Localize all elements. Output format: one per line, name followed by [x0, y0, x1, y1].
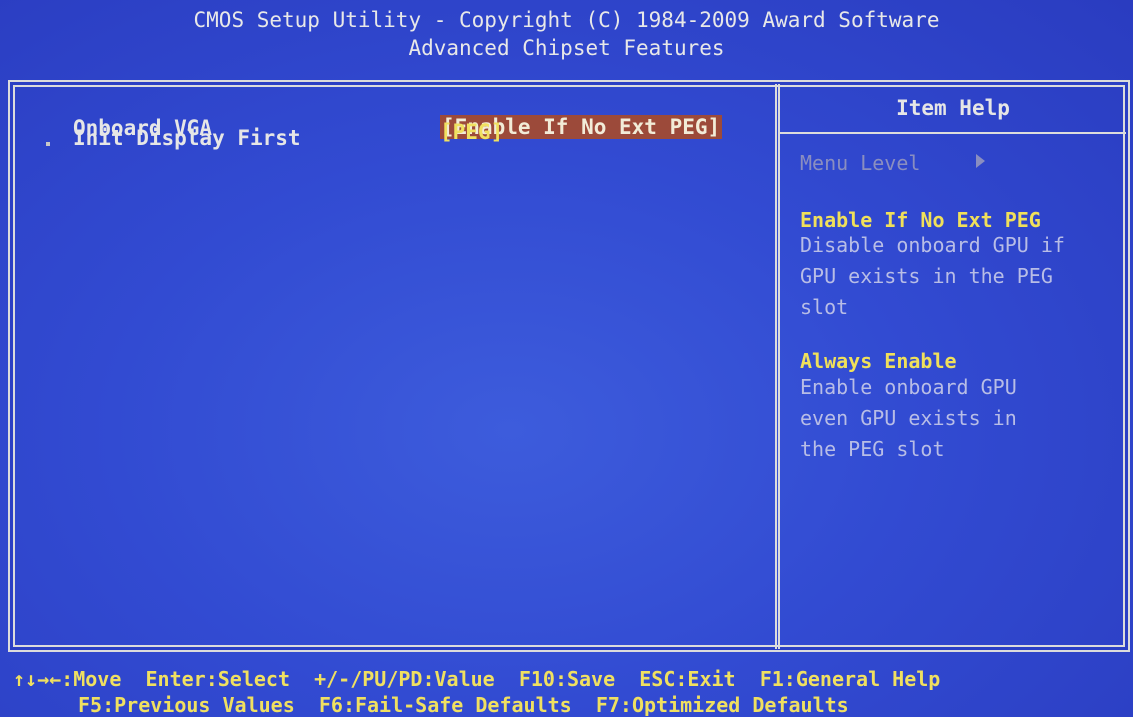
footer-keys-line1: ↑↓→←:Move Enter:Select +/-/PU/PD:Value F… [13, 667, 940, 691]
footer-key-esc: ESC [639, 667, 676, 691]
footer-desc-optimized-defaults: :Optimized Defaults [619, 693, 849, 717]
footer-desc-general-help: :General Help [783, 667, 941, 691]
footer-desc-select: :Select [205, 667, 290, 691]
footer-key-f7: F7 [595, 693, 620, 717]
panel-divider [775, 84, 780, 649]
footer-desc-save: :Save [554, 667, 616, 691]
footer-key-f10: F10 [518, 667, 555, 691]
footer-key-f6: F6 [318, 693, 343, 717]
bios-screen: CMOS Setup Utility - Copyright (C) 1984-… [0, 0, 1133, 717]
footer-desc-previous-values: :Previous Values [102, 693, 295, 717]
footer-key-f1: F1 [759, 667, 784, 691]
menu-level-label: Menu Level [800, 151, 921, 175]
footer-key-enter: Enter [145, 667, 206, 691]
footer-key-value: +/-/PU/PD [314, 667, 423, 691]
help-body-always-enable: Enable onboard GPU even GPU exists in th… [800, 375, 1017, 461]
setting-value-init-display-first[interactable]: [PEG] [440, 120, 503, 144]
setting-label-init-display-first: Init Display First [73, 126, 301, 150]
utility-title: CMOS Setup Utility - Copyright (C) 1984-… [193, 8, 940, 32]
footer-desc-exit: :Exit [675, 667, 736, 691]
footer-desc-value: :Value [422, 667, 495, 691]
help-header-divider [780, 132, 1126, 134]
main-frame [8, 80, 1130, 652]
page-title: Advanced Chipset Features [408, 36, 725, 60]
submenu-bullet-icon [46, 142, 50, 146]
item-help-title: Item Help [896, 96, 1010, 120]
footer-key-f5: F5 [78, 693, 103, 717]
footer-desc-fail-safe-defaults: :Fail-Safe Defaults [342, 693, 572, 717]
footer-desc-move: :Move [61, 667, 122, 691]
footer-key-move: ↑↓→← [13, 667, 62, 691]
menu-level-arrow-icon [976, 154, 985, 168]
footer-keys-line2: F5:Previous Values F6:Fail-Safe Defaults… [78, 693, 849, 717]
help-body-enable-if-no-ext-peg: Disable onboard GPU if GPU exists in the… [800, 233, 1065, 319]
